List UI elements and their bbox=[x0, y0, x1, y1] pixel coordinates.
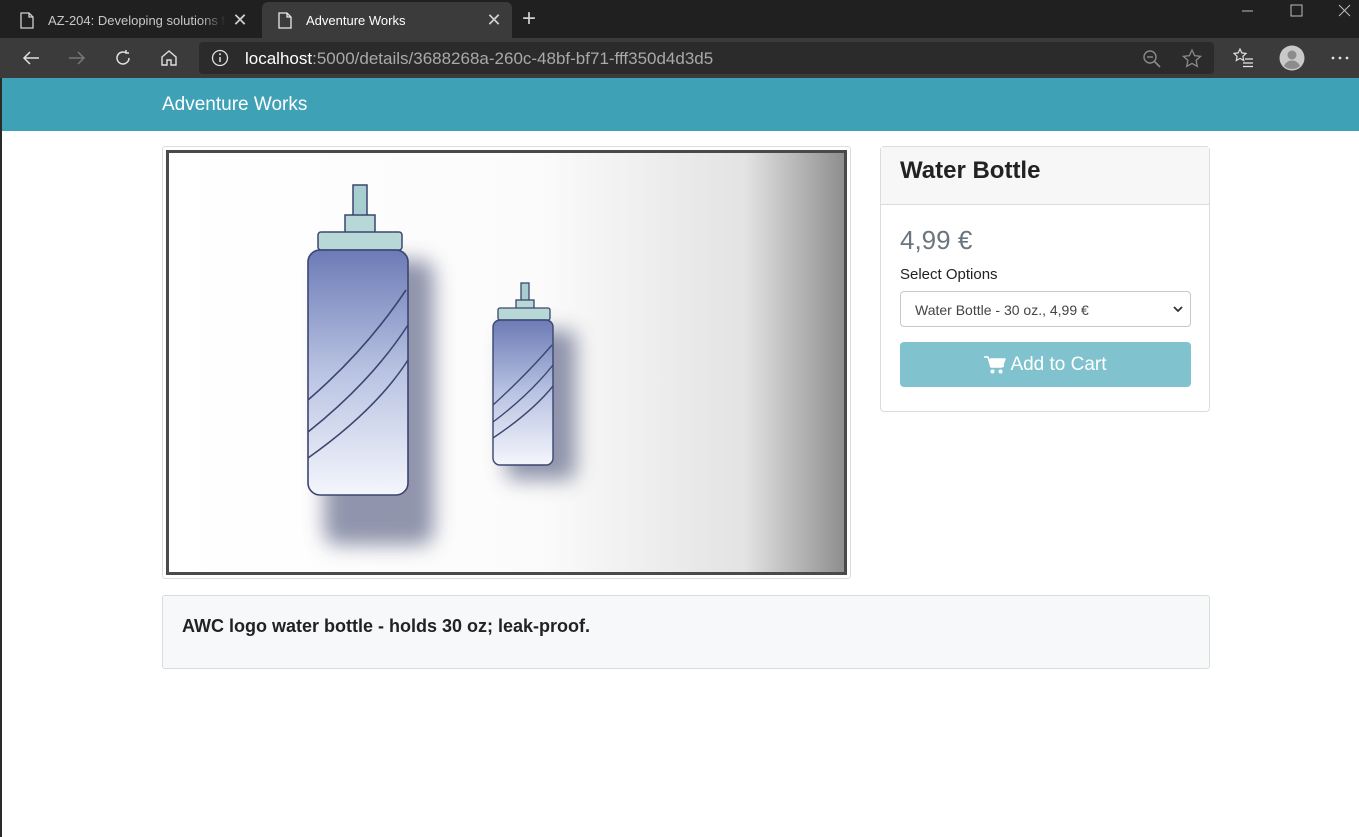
brand-link[interactable]: Adventure Works bbox=[162, 94, 307, 116]
product-price: 4,99 € bbox=[900, 225, 973, 255]
add-to-cart-button[interactable]: Add to Cart bbox=[900, 342, 1191, 387]
close-icon bbox=[1338, 4, 1351, 17]
site-navbar: Adventure Works bbox=[2, 78, 1359, 131]
forward-button[interactable] bbox=[61, 42, 93, 74]
product-description-card: AWC logo water bottle - holds 30 oz; lea… bbox=[162, 595, 1210, 669]
url-text[interactable]: localhost:5000/details/3688268a-260c-48b… bbox=[245, 49, 713, 69]
page-content: Adventure Works Water Bottle 4,99 € Sele… bbox=[0, 78, 1359, 837]
forward-icon bbox=[69, 51, 86, 65]
select-options-label: Select Options bbox=[900, 266, 998, 283]
tab-adventure-works[interactable]: Adventure Works ✕ bbox=[262, 2, 512, 38]
close-window-button[interactable] bbox=[1322, 0, 1359, 24]
product-name: Water Bottle bbox=[900, 157, 1041, 184]
profile-avatar-icon bbox=[1279, 45, 1305, 71]
address-bar[interactable]: localhost:5000/details/3688268a-260c-48b… bbox=[199, 42, 1214, 74]
more-button[interactable] bbox=[1324, 42, 1356, 74]
product-image-card bbox=[162, 146, 851, 579]
tab-close-icon[interactable]: ✕ bbox=[480, 10, 508, 31]
chevron-down-icon bbox=[1173, 306, 1183, 313]
page-icon bbox=[20, 11, 34, 29]
browser-toolbar: localhost:5000/details/3688268a-260c-48b… bbox=[0, 38, 1359, 78]
home-button[interactable] bbox=[153, 42, 185, 74]
product-option-select[interactable]: Water Bottle - 30 oz., 4,99 € bbox=[900, 291, 1191, 327]
tab-title: Adventure Works bbox=[306, 12, 406, 28]
favorites-list-icon bbox=[1233, 47, 1253, 68]
url-host: localhost bbox=[245, 49, 313, 68]
favorites-button[interactable] bbox=[1228, 42, 1260, 74]
refresh-icon bbox=[116, 50, 130, 65]
info-icon[interactable] bbox=[211, 49, 229, 67]
back-icon bbox=[22, 51, 39, 65]
back-button[interactable] bbox=[15, 42, 47, 74]
add-to-cart-label: Add to Cart bbox=[1010, 353, 1107, 375]
browser-tab-bar: AZ-204: Developing solutions for ✕ Adven… bbox=[0, 0, 1359, 38]
tab-title: AZ-204: Developing solutions for bbox=[48, 12, 226, 28]
profile-button[interactable] bbox=[1276, 42, 1308, 74]
product-info-card: Water Bottle 4,99 € Select Options Water… bbox=[880, 146, 1210, 412]
favorite-star-icon[interactable] bbox=[1181, 48, 1203, 70]
more-icon bbox=[1331, 56, 1349, 60]
cart-icon bbox=[984, 355, 1007, 373]
new-tab-button[interactable]: + bbox=[518, 6, 540, 32]
zoom-out-icon[interactable] bbox=[1141, 48, 1163, 70]
selected-option-text: Water Bottle - 30 oz., 4,99 € bbox=[915, 302, 1089, 318]
product-description: AWC logo water bottle - holds 30 oz; lea… bbox=[182, 616, 591, 636]
tab-az204[interactable]: AZ-204: Developing solutions for ✕ bbox=[4, 2, 258, 38]
refresh-button[interactable] bbox=[107, 42, 139, 74]
product-image bbox=[166, 150, 847, 575]
home-icon bbox=[161, 50, 177, 66]
product-info-header: Water Bottle bbox=[881, 147, 1209, 205]
maximize-icon bbox=[1290, 4, 1303, 17]
tab-close-icon[interactable]: ✕ bbox=[226, 10, 254, 31]
page-icon bbox=[278, 11, 292, 29]
minimize-icon bbox=[1242, 10, 1253, 12]
url-path: :5000/details/3688268a-260c-48bf-bf71-ff… bbox=[312, 49, 714, 68]
maximize-button[interactable] bbox=[1274, 0, 1318, 24]
minimize-button[interactable] bbox=[1226, 0, 1270, 24]
